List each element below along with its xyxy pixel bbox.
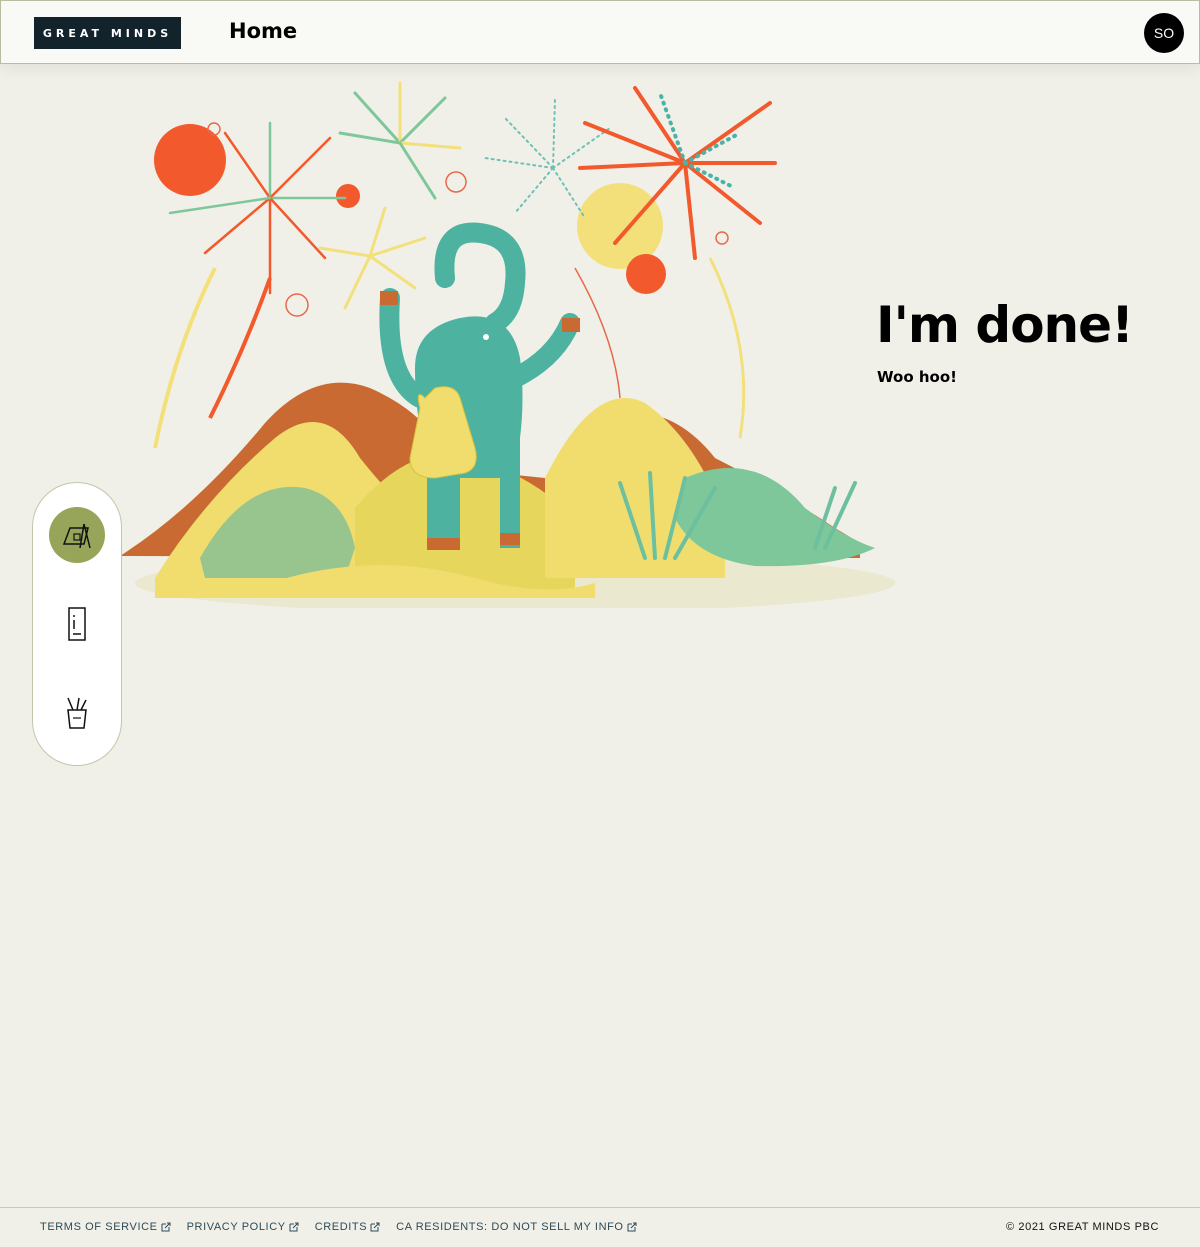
avatar-initials: SO (1153, 25, 1175, 41)
terms-of-service-link[interactable]: TERMS OF SERVICE (40, 1221, 171, 1233)
external-link-icon (370, 1222, 380, 1232)
locker-tool-button[interactable] (49, 596, 105, 652)
easel-icon (62, 523, 91, 549)
completion-heading: I'm done! (876, 296, 1134, 354)
footer-links: TERMS OF SERVICE PRIVACY POLICY CREDITS … (40, 1221, 637, 1233)
page-title: Home (229, 19, 298, 43)
do-not-sell-link[interactable]: CA RESIDENTS: DO NOT SELL MY INFO (396, 1221, 637, 1233)
privacy-policy-link[interactable]: PRIVACY POLICY (187, 1221, 299, 1233)
locker-icon (68, 607, 86, 641)
easel-tool-button[interactable] (49, 507, 105, 563)
elephant-celebration-illustration (120, 81, 895, 608)
external-link-icon (289, 1222, 299, 1232)
user-avatar[interactable]: SO (1144, 13, 1184, 53)
pencil-cup-icon (67, 697, 87, 729)
top-header: GREAT MINDS Home SO (0, 0, 1200, 64)
copyright-text: © 2021 GREAT MINDS PBC (1006, 1221, 1159, 1233)
side-toolbar (32, 482, 122, 766)
supplies-tool-button[interactable] (49, 685, 105, 741)
footer: TERMS OF SERVICE PRIVACY POLICY CREDITS … (0, 1207, 1200, 1247)
great-minds-logo[interactable]: GREAT MINDS (34, 17, 181, 49)
external-link-icon (627, 1222, 637, 1232)
credits-link[interactable]: CREDITS (315, 1221, 380, 1233)
completion-subheading: Woo hoo! (877, 368, 957, 386)
external-link-icon (161, 1222, 171, 1232)
logo-text: GREAT MINDS (42, 26, 173, 40)
